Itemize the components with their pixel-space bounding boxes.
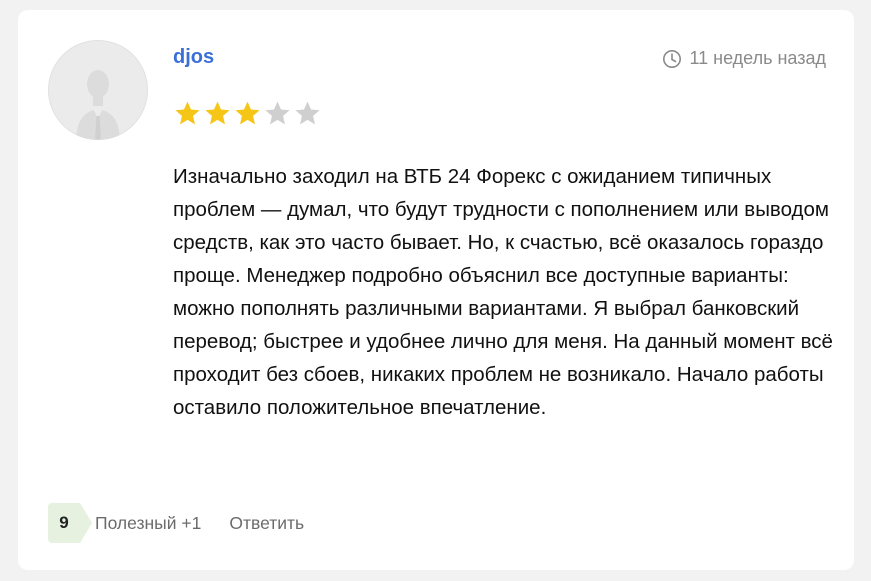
star-filled-icon bbox=[205, 101, 230, 125]
vote-count: 9 bbox=[59, 513, 69, 532]
rating-stars bbox=[173, 99, 322, 129]
user-silhouette-icon bbox=[76, 70, 120, 140]
reply-button[interactable]: Ответить bbox=[229, 513, 304, 534]
useful-button[interactable]: Полезный +1 bbox=[95, 513, 201, 534]
clock-icon bbox=[663, 49, 682, 68]
vote-count-badge: 9 bbox=[48, 503, 92, 543]
review-footer: 9 Полезный +1 Ответить bbox=[48, 503, 304, 543]
star-filled-icon bbox=[175, 101, 200, 125]
star-filled-icon bbox=[235, 101, 260, 125]
star-empty-icon bbox=[265, 101, 290, 125]
author-name-link[interactable]: djos bbox=[173, 46, 214, 69]
star-empty-icon bbox=[295, 101, 320, 125]
review-card: djos 11 недель назад Изначально заходил … bbox=[18, 10, 854, 570]
review-timestamp: 11 недель назад bbox=[662, 48, 826, 69]
time-ago-text: 11 недель назад bbox=[689, 48, 826, 68]
review-body-text: Изначально заходил на ВТБ 24 Форекс с ож… bbox=[173, 165, 833, 419]
avatar bbox=[48, 40, 148, 140]
